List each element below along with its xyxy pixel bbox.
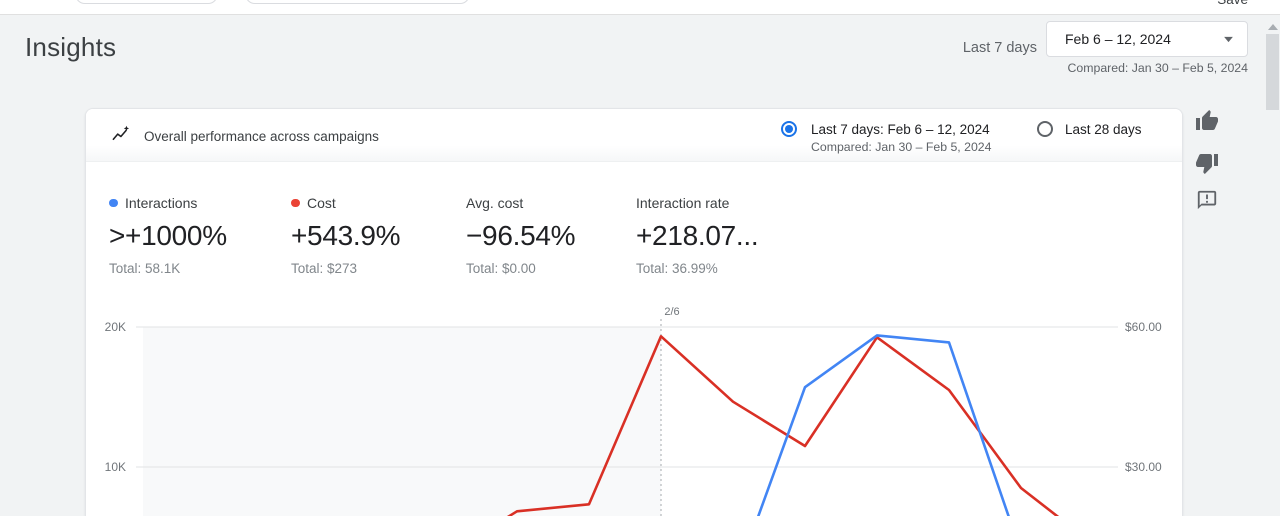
date-range-selector[interactable]: Feb 6 – 12, 2024 bbox=[1046, 21, 1248, 57]
left-axis-tick-20k: 20K bbox=[86, 320, 126, 334]
thumbs-up-icon[interactable] bbox=[1195, 109, 1219, 133]
chevron-down-icon bbox=[1223, 36, 1234, 43]
top-toolbar: Save bbox=[0, 0, 1280, 15]
right-axis-tick-30: $30.00 bbox=[1125, 460, 1162, 474]
compared-date-range: Compared: Jan 30 – Feb 5, 2024 bbox=[1046, 61, 1248, 75]
scrollbar-thumb[interactable] bbox=[1266, 34, 1279, 110]
feedback-icon[interactable] bbox=[1196, 189, 1218, 211]
performance-chart-plot[interactable] bbox=[86, 109, 1183, 516]
scrollbar-up-arrow[interactable] bbox=[1268, 24, 1278, 30]
toolbar-chip-right[interactable] bbox=[245, 0, 470, 4]
page-title: Insights bbox=[25, 32, 116, 63]
thumbs-down-icon[interactable] bbox=[1195, 151, 1219, 175]
date-range-value: Feb 6 – 12, 2024 bbox=[1065, 31, 1171, 47]
series-line-interactions bbox=[733, 335, 1021, 516]
save-button[interactable]: Save bbox=[1217, 0, 1248, 7]
period-divider-label: 2/6 bbox=[664, 306, 679, 318]
overall-performance-card: Overall performance across campaigns Las… bbox=[85, 108, 1183, 516]
comparison-period-region bbox=[143, 327, 661, 516]
toolbar-chip-left[interactable] bbox=[75, 0, 218, 4]
right-axis-tick-60: $60.00 bbox=[1125, 320, 1162, 334]
left-axis-tick-10k: 10K bbox=[86, 460, 126, 474]
date-range-preset-label: Last 7 days bbox=[963, 40, 1037, 56]
